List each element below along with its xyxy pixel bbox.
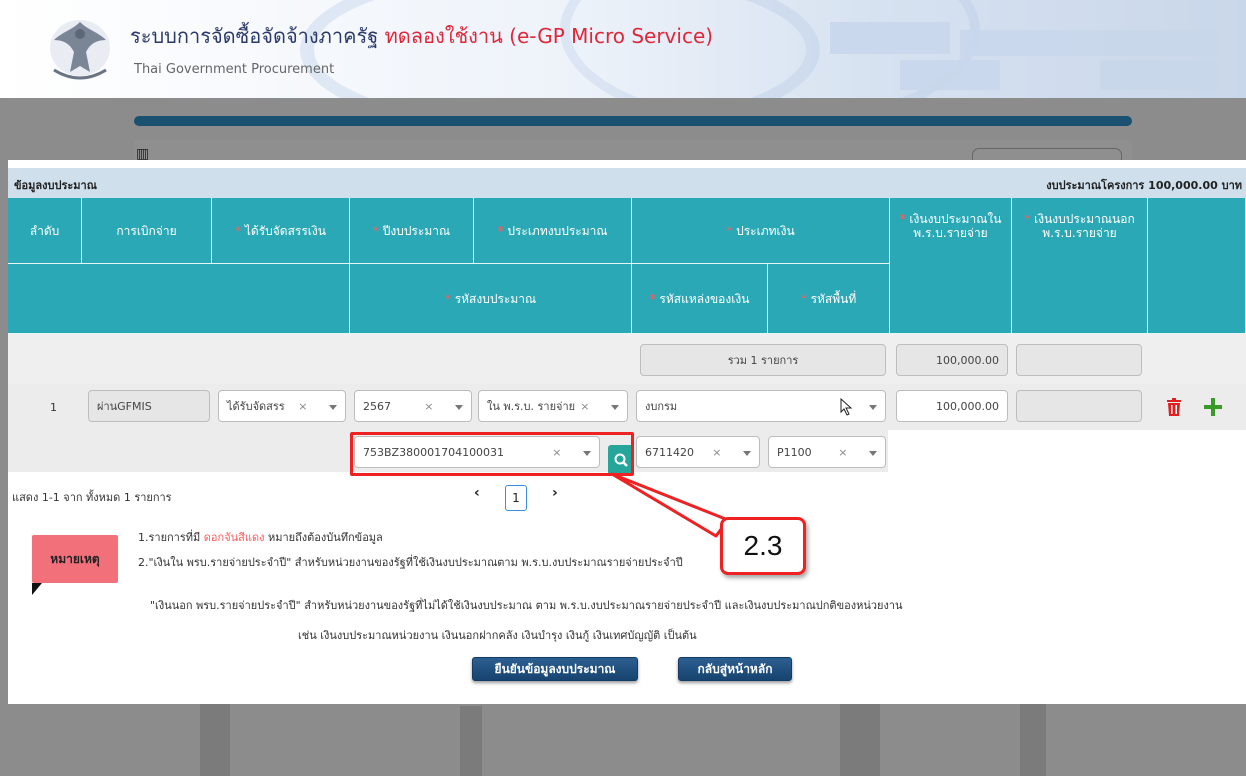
budget-out-act-input — [1016, 390, 1142, 422]
redacted-area — [900, 60, 1000, 90]
section-header: ข้อมูลงบประมาณ งบประมาณโครงการ 100,000.0… — [8, 168, 1246, 198]
add-icon[interactable] — [1204, 398, 1222, 416]
area-code-value: P1100 — [777, 445, 812, 459]
system-title-main: ระบบการจัดซื้อจัดจ้างภาครัฐ — [130, 24, 379, 48]
budget-in-act-input[interactable]: 100,000.00 — [896, 390, 1008, 422]
fiscal-year-select[interactable]: 2567 × — [354, 390, 472, 422]
note-line-3: "เงินนอก พรบ.รายจ่ายประจำปี" สำหรับหน่วย… — [150, 599, 903, 612]
system-subtitle: Thai Government Procurement — [134, 62, 335, 77]
pagination-info: แสดง 1-1 จาก ทั้งหมด 1 รายการ — [12, 491, 172, 504]
app-header: ระบบการจัดซื้อจัดจ้างภาครัฐ ทดลองใช้งาน … — [0, 0, 1246, 98]
redacted-area — [960, 30, 1220, 56]
project-budget-label: งบประมาณโครงการ 100,000.00 บาท — [1046, 179, 1242, 192]
col-header-area-code: * รหัสพื้นที่ — [768, 264, 890, 334]
col-header-seq: ลำดับ — [8, 198, 82, 264]
step-callout: 2.3 — [720, 517, 806, 575]
back-to-main-button[interactable]: กลับสู่หน้าหลัก — [678, 657, 792, 681]
system-title: ระบบการจัดซื้อจัดจ้างภาครัฐ ทดลองใช้งาน … — [130, 20, 713, 52]
prev-page-button[interactable]: ‹ — [474, 485, 480, 501]
clear-arrow-control[interactable]: × — [298, 400, 337, 413]
background-panel: ▥ — [134, 140, 1132, 162]
trash-icon[interactable] — [1166, 398, 1182, 416]
redacted-area — [1100, 60, 1220, 90]
note-badge: หมายเหตุ — [32, 535, 118, 583]
backdrop-decoration — [1020, 696, 1046, 776]
next-page-button[interactable]: › — [552, 485, 558, 501]
col-header-fund-source-code: * รหัสแหล่งของเงิน — [632, 264, 768, 334]
summary-count: รวม 1 รายการ — [640, 344, 886, 376]
backdrop-decoration — [460, 706, 482, 776]
col-header-budget-type: * ประเภทงบประมาณ — [474, 198, 632, 264]
dropdown-arrow[interactable] — [863, 400, 877, 413]
highlight-box — [350, 432, 634, 476]
col-header-budget-in-act: * เงินงบประมาณใน พ.ร.บ.รายจ่าย — [890, 198, 1012, 334]
allocation-select-value: ได้รับจัดสรร — [227, 400, 285, 413]
note-line-4: เช่น เงินงบประมาณหน่วยงาน เงินนอกฝากคลัง… — [298, 629, 697, 642]
section-title: ข้อมูลงบประมาณ — [14, 179, 97, 192]
disbursement-field: ผ่านGFMIS — [88, 390, 210, 422]
col-header-budget-code: * รหัสงบประมาณ — [350, 264, 632, 334]
system-title-trial: ทดลองใช้งาน (e-GP Micro Service) — [384, 24, 714, 48]
budget-type-select[interactable]: ใน พ.ร.บ. รายจ่าย × — [478, 390, 628, 422]
clear-arrow-control[interactable]: × — [580, 400, 619, 413]
summary-row: รวม 1 รายการ 100,000.00 — [8, 334, 1246, 384]
fund-source-code-value: 6711420 — [645, 445, 694, 459]
row-seq: 1 — [50, 401, 57, 414]
allocation-select[interactable]: ได้รับจัดสรร × — [218, 390, 346, 422]
clear-arrow-control[interactable]: × — [838, 446, 877, 459]
mouse-cursor-icon — [840, 398, 853, 416]
clear-arrow-control[interactable]: × — [712, 446, 751, 459]
col-header-blank — [8, 264, 350, 334]
confirm-budget-button[interactable]: ยืนยันข้อมูลงบประมาณ — [472, 657, 638, 681]
summary-total-in-act: 100,000.00 — [896, 344, 1008, 376]
fiscal-year-value: 2567 — [363, 399, 391, 413]
note-line-2: 2."เงินใน พรบ.รายจ่ายประจำปี" สำหรับหน่ว… — [138, 556, 683, 569]
pagination-page-1[interactable]: 1 — [505, 485, 527, 511]
table-row: 1 ผ่านGFMIS ได้รับจัดสรร × 2567 × ใน พ.ร… — [8, 384, 1246, 430]
summary-total-out-act — [1016, 344, 1142, 376]
budget-type-value: ใน พ.ร.บ. รายจ่าย — [487, 400, 576, 413]
callout-pointer — [610, 472, 730, 538]
col-header-money-type: * ประเภทเงิน — [632, 198, 890, 264]
area-code-select[interactable]: P1100 × — [768, 436, 886, 468]
col-header-budget-out-act: * เงินงบประมาณนอก พ.ร.บ.รายจ่าย — [1012, 198, 1148, 334]
page-progress-bar — [134, 116, 1132, 126]
note-line-1: 1.รายการที่มี ดอกจันสีแดง หมายถึงต้องบัน… — [138, 531, 383, 544]
money-type-value: งบกรม — [645, 400, 678, 413]
col-header-actions — [1148, 198, 1246, 334]
garuda-logo-icon — [50, 20, 110, 80]
redacted-area — [830, 22, 950, 54]
col-header-allocation: * ได้รับจัดสรรเงิน — [212, 198, 350, 264]
col-header-disbursement: การเบิกจ่าย — [82, 198, 212, 264]
col-header-fiscal-year: * ปีงบประมาณ — [350, 198, 474, 264]
clear-arrow-control[interactable]: × — [424, 400, 463, 413]
